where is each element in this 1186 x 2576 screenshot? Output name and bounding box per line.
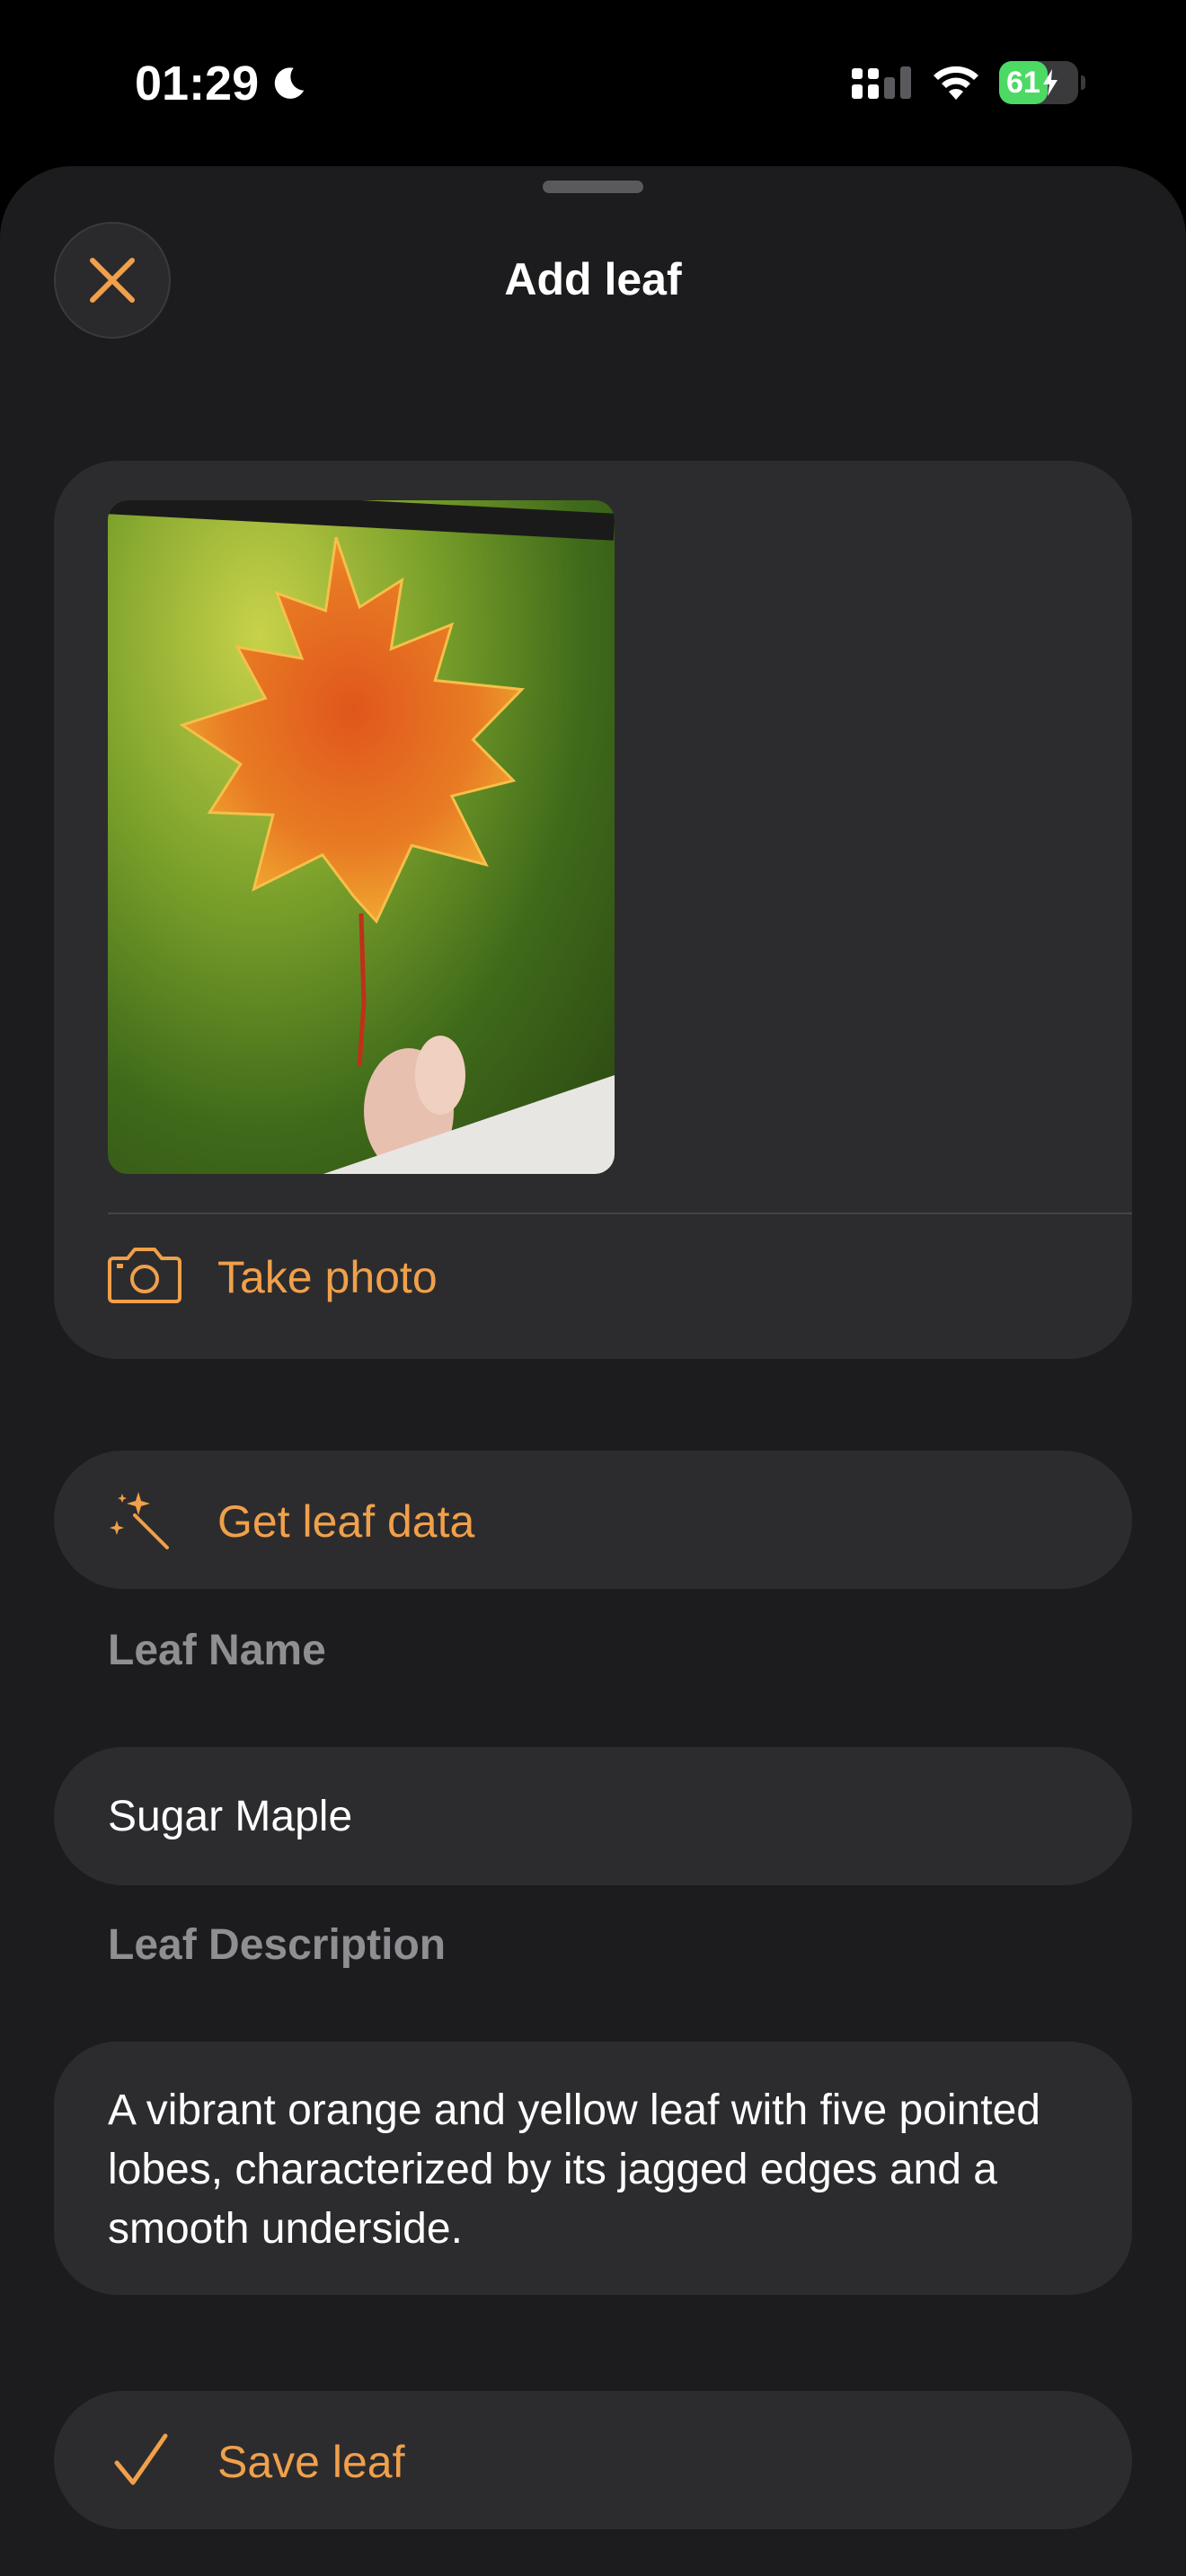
leaf-photo[interactable]	[108, 500, 615, 1174]
leaf-description-field[interactable]: A vibrant orange and yellow leaf with fi…	[54, 2042, 1132, 2295]
battery-percent: 61	[1006, 65, 1040, 100]
status-time-group: 01:29	[135, 56, 309, 111]
sheet-grabber[interactable]	[543, 181, 643, 193]
photo-card: Take photo	[54, 461, 1132, 1359]
checkmark-icon	[111, 2430, 171, 2490]
charging-bolt-icon	[1042, 69, 1058, 96]
save-leaf-button[interactable]: Save leaf	[54, 2391, 1132, 2529]
status-indicators: 61	[852, 61, 1085, 104]
battery-level-text: 61	[999, 66, 1058, 101]
leaf-name-label: Leaf Name	[108, 1627, 326, 1674]
get-leaf-data-button[interactable]: Get leaf data	[54, 1451, 1132, 1589]
leaf-name-value: Sugar Maple	[108, 1793, 353, 1840]
moon-icon	[274, 67, 305, 99]
sheet-title: Add leaf	[504, 254, 682, 304]
battery-icon: 61	[999, 61, 1085, 104]
magic-wand-icon	[108, 1488, 171, 1551]
battery-cap	[1081, 75, 1085, 90]
get-leaf-data-label: Get leaf data	[217, 1496, 475, 1547]
leaf-name-field[interactable]: Sugar Maple	[54, 1747, 1132, 1885]
add-leaf-sheet: Add leaf Take photo Get leaf data Leaf N…	[0, 166, 1186, 2576]
maple-leaf-image	[108, 500, 615, 1174]
camera-icon[interactable]	[108, 1240, 181, 1309]
take-photo-button[interactable]: Take photo	[217, 1251, 438, 1303]
status-time: 01:29	[135, 57, 260, 110]
wifi-icon	[934, 66, 978, 100]
leaf-description-label: Leaf Description	[108, 1921, 447, 1969]
status-bar: 01:29 61	[0, 0, 1186, 166]
photo-divider	[108, 1213, 1132, 1214]
cellular-icon	[852, 66, 911, 99]
leaf-description-value: A vibrant orange and yellow leaf with fi…	[108, 2086, 1040, 2253]
save-leaf-label: Save leaf	[217, 2437, 405, 2487]
